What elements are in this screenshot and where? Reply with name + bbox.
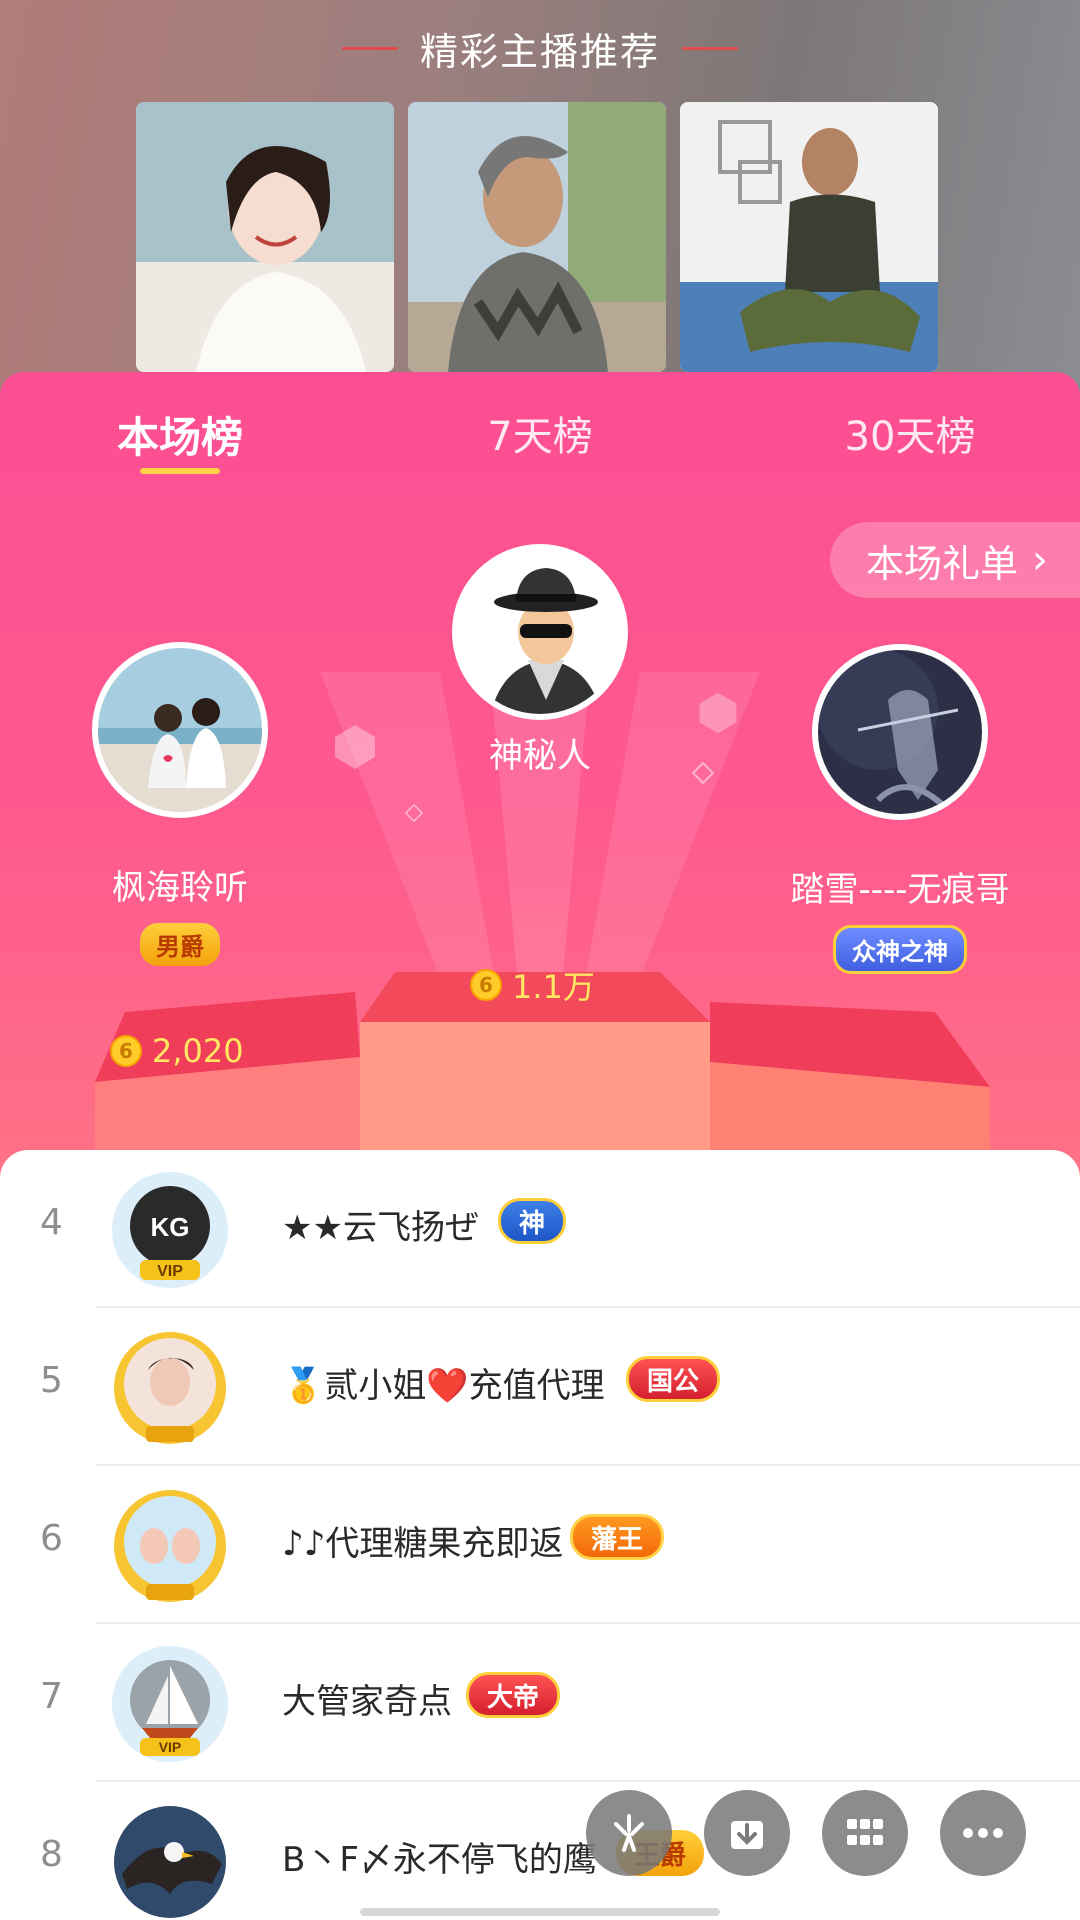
user-name: 大管家奇点 [282, 1682, 452, 1722]
level-badge: 众神之神 [833, 925, 967, 974]
list-item[interactable]: 4 KG VIP ★★云飞扬ぜ 神 [0, 1150, 1080, 1308]
more-button[interactable] [940, 1790, 1026, 1876]
vip-avatar-frame-icon: KG VIP [112, 1172, 228, 1288]
gift-list-button[interactable]: 本场礼单 › [830, 522, 1080, 598]
anchor-card-list [136, 102, 944, 372]
sparkle-icon [335, 725, 375, 769]
level-badge: 大帝 [466, 1672, 561, 1718]
avatar-photo [98, 648, 262, 812]
top-user-3-name: 踏雪----无痕哥 [790, 870, 1010, 910]
avatar-photo [114, 1806, 226, 1918]
ranking-list: 4 KG VIP ★★云飞扬ぜ 神 5 🥇贰小姐❤️充值代理 国公 6 ♪♪代理… [0, 1150, 1080, 1920]
home-indicator[interactable] [360, 1908, 720, 1916]
svg-text:VIP: VIP [157, 1263, 183, 1280]
top-user-2-score: 6 2,020 [110, 1032, 244, 1070]
gold-avatar-frame-icon [114, 1490, 226, 1602]
rank-number: 4 [40, 1202, 63, 1243]
coin-icon: 6 [110, 1035, 142, 1067]
svg-text:KG: KG [151, 1212, 190, 1242]
avatar [112, 1330, 228, 1446]
list-item[interactable]: 6 ♪♪代理糖果充即返 藩王 [0, 1466, 1080, 1624]
tab-7-days[interactable]: 7天榜 [460, 404, 620, 464]
level-badge: 国公 [626, 1356, 721, 1402]
score-value: 2,020 [152, 1032, 244, 1070]
top-user-2-name: 枫海聆听 [112, 868, 248, 908]
score-value: 1.1万 [512, 968, 595, 1006]
coin-icon: 6 [470, 969, 502, 1001]
avatar: KG VIP [112, 1172, 228, 1288]
avatar [112, 1804, 228, 1920]
sparkle-icon [699, 692, 737, 734]
top-user-1-name: 神秘人 [489, 736, 591, 776]
rank-number: 7 [40, 1676, 63, 1717]
more-dots-icon [963, 1828, 1003, 1838]
rank-number: 5 [40, 1360, 63, 1401]
sparkle-burst-icon [614, 1814, 644, 1852]
grid-icon [847, 1819, 883, 1845]
gold-avatar-frame-icon [114, 1332, 226, 1444]
gift-list-label: 本场礼单 [866, 541, 1019, 586]
title-decoration-left [341, 46, 398, 50]
anchor-photo-2 [408, 102, 666, 372]
top-user-3[interactable]: 踏雪----无痕哥 众神之神 [770, 644, 1030, 974]
chevron-right-icon: › [1032, 537, 1049, 583]
svg-text:VIP: VIP [159, 1739, 182, 1755]
download-button[interactable] [704, 1790, 790, 1876]
anchor-card-2[interactable] [408, 102, 666, 372]
ranking-tabs: 本场榜 7天榜 30天榜 [0, 372, 1080, 482]
avatar [92, 642, 268, 818]
anchor-photo-1 [136, 102, 394, 372]
recommend-section: 精彩主播推荐 [0, 0, 1080, 400]
anchor-card-1[interactable] [136, 102, 394, 372]
level-badge: 藩王 [570, 1514, 665, 1560]
top-user-1-score: 6 1.1万 [470, 962, 595, 1008]
recommend-header: 精彩主播推荐 [0, 20, 1080, 76]
sparkle-icon [405, 804, 423, 822]
user-name: 🥇贰小姐❤️充值代理 [282, 1366, 605, 1406]
recommend-title: 精彩主播推荐 [419, 29, 660, 74]
sparkle-icon [692, 762, 714, 784]
level-badge: 神 [498, 1198, 567, 1244]
title-decoration-right [682, 46, 738, 50]
anchor-card-3[interactable] [680, 102, 938, 372]
tab-current[interactable]: 本场榜 [100, 404, 260, 464]
fab-lightning-button[interactable] [586, 1790, 672, 1876]
user-name: ★★云飞扬ぜ [282, 1208, 479, 1248]
top-user-1[interactable]: 神秘人 [440, 544, 640, 777]
rank-number: 6 [40, 1518, 63, 1559]
mystery-user-icon [458, 550, 622, 714]
tab-active-indicator [140, 468, 220, 474]
grid-menu-button[interactable] [822, 1790, 908, 1876]
anchor-photo-3 [680, 102, 938, 372]
avatar: VIP [112, 1646, 228, 1762]
avatar [452, 544, 628, 720]
list-item[interactable]: 8 B丶F〆永不停飞的鹰 王爵 [0, 1782, 1080, 1920]
list-item[interactable]: 7 VIP 大管家奇点 大帝 [0, 1624, 1080, 1782]
level-badge: 男爵 [140, 923, 220, 966]
avatar [112, 1488, 228, 1604]
user-name: ♪♪代理糖果充即返 [282, 1524, 564, 1564]
download-icon [731, 1821, 763, 1849]
avatar [812, 644, 988, 820]
list-item[interactable]: 5 🥇贰小姐❤️充值代理 国公 [0, 1308, 1080, 1466]
vip-avatar-frame-icon: VIP [112, 1646, 228, 1762]
rank-number: 8 [40, 1834, 63, 1875]
user-name: B丶F〆永不停飞的鹰 [282, 1840, 597, 1880]
tab-30-days[interactable]: 30天榜 [820, 404, 1000, 464]
top-user-2[interactable]: 枫海聆听 男爵 [60, 642, 300, 966]
avatar-photo [818, 650, 982, 814]
